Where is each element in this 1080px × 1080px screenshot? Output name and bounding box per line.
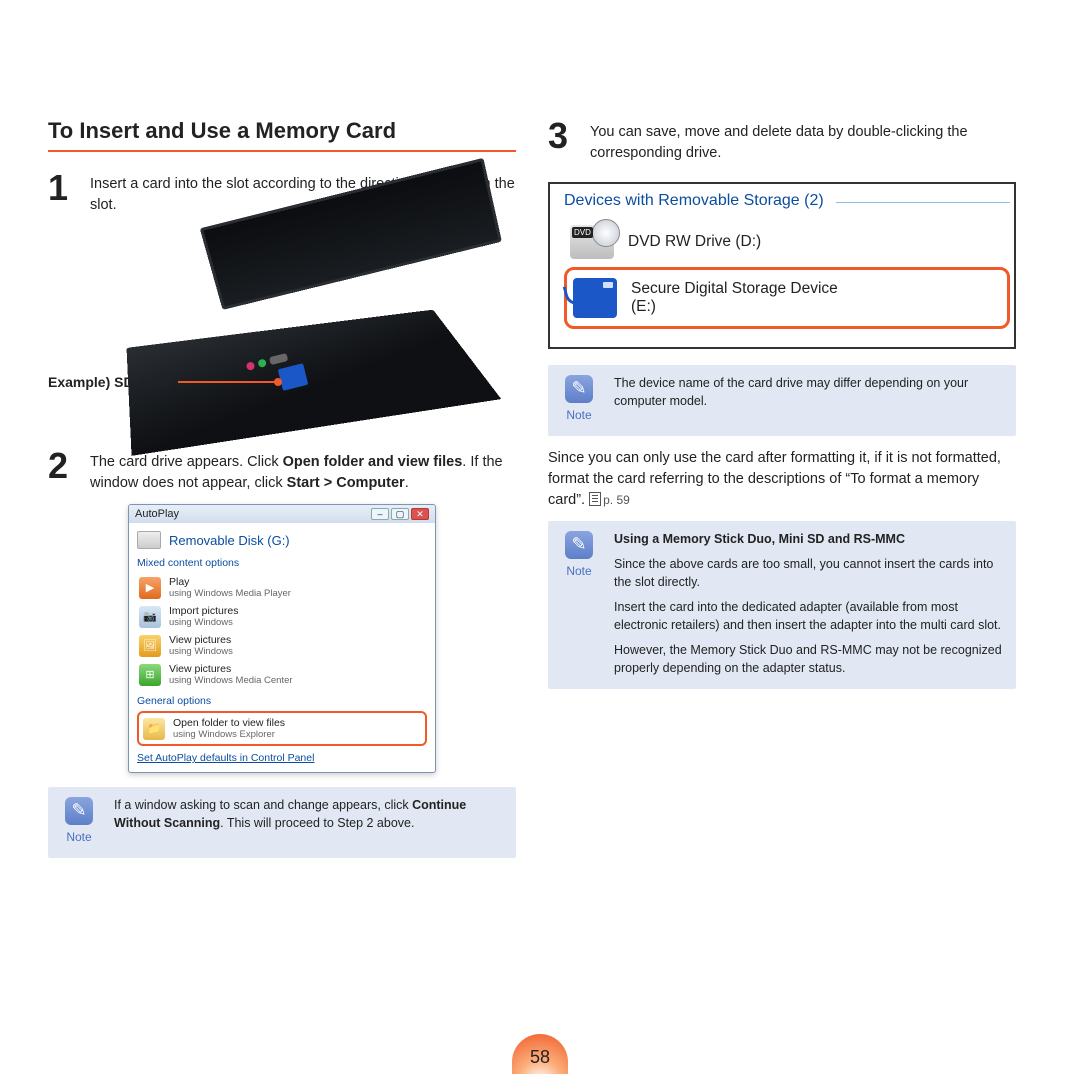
step-number: 3 <box>548 118 578 164</box>
pencil-icon: ✎ <box>565 375 593 403</box>
option-view-pics[interactable]: 🖼 View picturesusing Windows <box>137 631 427 660</box>
play-icon: ▶ <box>139 577 161 599</box>
callout-line <box>178 381 280 383</box>
sd-card-label: Example) SD Card <box>48 374 169 390</box>
note-label: Note <box>558 563 600 580</box>
close-icon[interactable]: ✕ <box>411 508 429 520</box>
page-ref-icon <box>589 492 601 506</box>
removable-disk-row: Removable Disk (G:) <box>137 531 427 549</box>
page-number: 58 <box>512 1034 568 1074</box>
step-2: 2 The card drive appears. Click Open fol… <box>48 448 516 494</box>
device-dvd[interactable]: DVD DVD RW Drive (D:) <box>564 217 1010 267</box>
note-2: ✎ Note The device name of the card drive… <box>548 365 1016 436</box>
option-import[interactable]: 📷 Import picturesusing Windows <box>137 602 427 631</box>
general-options-label: General options <box>137 695 427 707</box>
window-titlebar: AutoPlay – ▢ ✕ <box>129 505 435 523</box>
autoplay-window: AutoPlay – ▢ ✕ Removable Disk (G:) Mixed… <box>128 504 436 773</box>
option-play[interactable]: ▶ Playusing Windows Media Player <box>137 573 427 602</box>
note-label: Note <box>58 829 100 846</box>
devices-legend: Devices with Removable Storage (2) <box>564 192 836 210</box>
option-open-folder[interactable]: 📁 Open folder to view filesusing Windows… <box>137 711 427 746</box>
step-number: 1 <box>48 170 78 216</box>
step-text: The card drive appears. Click Open folde… <box>90 448 516 494</box>
camera-icon: 📷 <box>139 606 161 628</box>
pictures-icon: 🖼 <box>139 635 161 657</box>
step-text: You can save, move and delete data by do… <box>590 118 1016 164</box>
folder-icon: 📁 <box>143 718 165 740</box>
minimize-icon[interactable]: – <box>371 508 389 520</box>
sd-device-icon <box>573 278 617 318</box>
note-label: Note <box>558 407 600 424</box>
step-3: 3 You can save, move and delete data by … <box>548 118 1016 164</box>
drive-icon <box>137 531 161 549</box>
devices-panel: Devices with Removable Storage (2) DVD D… <box>548 182 1016 349</box>
dvd-drive-icon: DVD <box>570 225 614 259</box>
option-view-mce[interactable]: ⊞ View picturesusing Windows Media Cente… <box>137 660 427 689</box>
autoplay-defaults-link[interactable]: Set AutoPlay defaults in Control Panel <box>137 752 427 764</box>
laptop-illustration: Example) SD Card <box>48 226 516 436</box>
section-heading: To Insert and Use a Memory Card <box>48 118 516 152</box>
note-1: ✎ Note If a window asking to scan and ch… <box>48 787 516 858</box>
autoplay-title-text: AutoPlay <box>135 508 179 520</box>
mixed-options-label: Mixed content options <box>137 557 427 569</box>
note-3: ✎ Note Using a Memory Stick Duo, Mini SD… <box>548 521 1016 690</box>
format-paragraph: Since you can only use the card after fo… <box>548 448 1016 511</box>
device-sd[interactable]: Secure Digital Storage Device (E:) <box>564 267 1010 329</box>
media-center-icon: ⊞ <box>139 664 161 686</box>
maximize-icon[interactable]: ▢ <box>391 508 409 520</box>
step-number: 2 <box>48 448 78 494</box>
pencil-icon: ✎ <box>565 531 593 559</box>
pencil-icon: ✎ <box>65 797 93 825</box>
